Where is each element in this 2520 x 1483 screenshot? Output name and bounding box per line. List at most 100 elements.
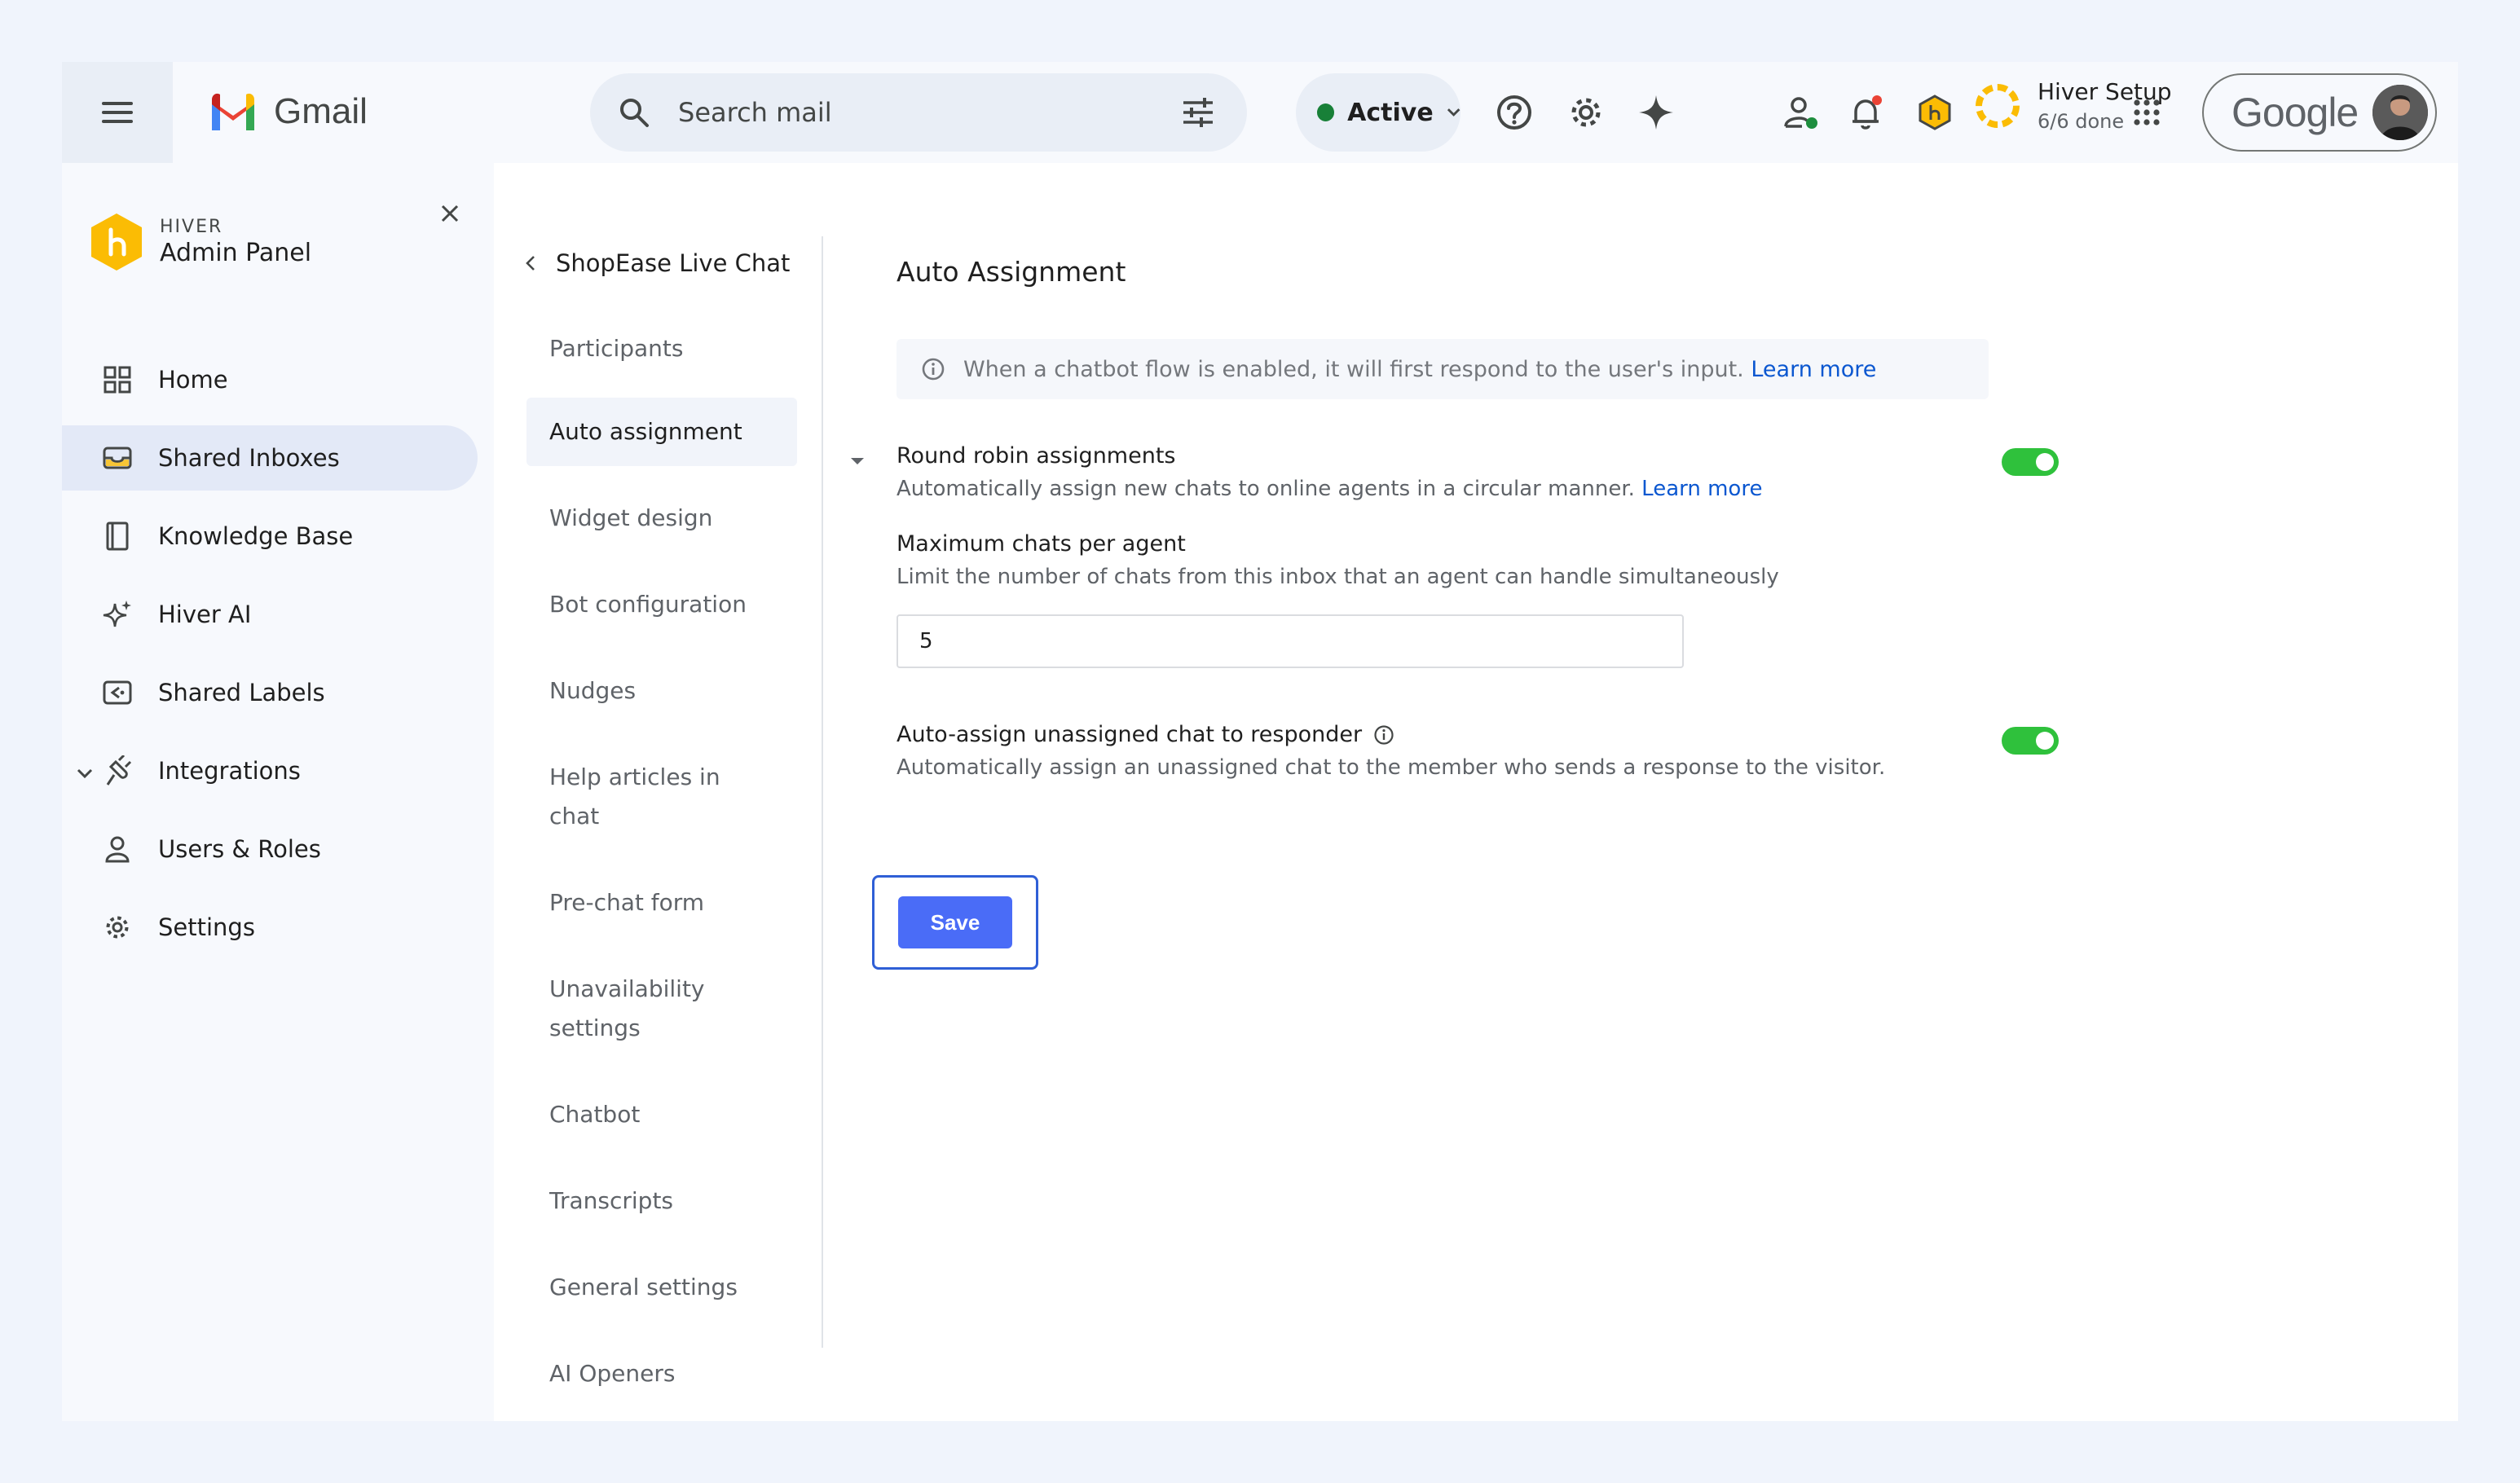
subnav-item-transcripts[interactable]: Transcripts [526,1167,797,1235]
inbox-name: ShopEase Live Chat [556,249,791,277]
subnav-item-participants[interactable]: Participants [526,315,797,383]
status-dropdown[interactable]: Active [1296,73,1460,152]
sidebar-item-hiver-ai[interactable]: Hiver AI [62,582,478,647]
search-icon[interactable] [618,96,650,129]
user-icon [101,833,134,865]
info-icon [922,358,945,381]
sidebar-item-home[interactable]: Home [62,347,478,412]
subnav-item-auto-assignment[interactable]: Auto assignment [526,398,797,466]
hiver-hex-icon [1919,95,1951,130]
round-robin-toggle[interactable] [2002,448,2059,476]
avatar [2372,85,2429,140]
sidebar-item-shared-labels[interactable]: Shared Labels [62,660,478,725]
sidebar-item-users-roles[interactable]: Users & Roles [62,816,478,882]
inbox-back-header[interactable]: ShopEase Live Chat [525,249,790,277]
round-robin-learn-more-link[interactable]: Learn more [1641,477,1762,501]
chevron-left-icon[interactable] [525,255,536,271]
hiver-button[interactable] [1914,91,1956,134]
info-icon[interactable] [1373,724,1394,746]
subnav-item-pre-chat-form[interactable]: Pre-chat form [526,869,797,937]
apps-button[interactable] [2126,91,2168,134]
account-button[interactable]: Google [2202,73,2437,152]
round-robin-setting: Round robin assignments Automatically as… [897,443,1762,501]
max-chats-title: Maximum chats per agent [897,531,1186,557]
notifications-button[interactable] [1845,91,1888,134]
sidebar-item-label: Integrations [158,757,301,785]
google-label: Google [2231,90,2359,135]
gmail-m-icon [212,93,254,130]
learn-more-link[interactable]: Learn more [1751,357,1876,382]
main-menu-button[interactable] [62,62,173,163]
collapse-caret-icon[interactable] [849,456,866,466]
settings-button[interactable] [1565,91,1607,134]
apps-grid-icon [2134,99,2160,125]
subnav-item-general-settings[interactable]: General settings [526,1253,797,1322]
subnav-item-nudges[interactable]: Nudges [526,657,797,725]
section-divider [822,236,823,1348]
close-panel-button[interactable] [434,197,466,230]
info-text: When a chatbot flow is enabled, it will … [963,356,1744,382]
sidebar-item-label: Knowledge Base [158,522,354,550]
gmail-logo[interactable]: Gmail [209,91,368,132]
search-options-icon[interactable] [1182,98,1214,127]
close-icon [441,205,459,222]
auto-assign-setting: Auto-assign unassigned chat to responder… [897,722,1885,780]
hiver-brand: HIVER Admin Panel [88,212,311,272]
app-name: Gmail [274,91,368,131]
sidebar-item-label: Home [158,366,228,394]
auto-assign-toggle[interactable] [2002,727,2059,755]
chevron-down-icon [1447,108,1460,117]
gear-icon [1571,98,1601,127]
progress-ring-icon [1976,83,2020,128]
sidebar-item-label: Shared Inboxes [158,444,340,472]
sidebar-item-label: Settings [158,913,255,941]
chevron-down-icon[interactable] [77,757,93,785]
help-button[interactable] [1493,91,1535,134]
max-chats-setting: Maximum chats per agent Limit the number… [897,531,1779,589]
search-bar[interactable]: Search mail [590,73,1247,152]
app-frame: Gmail Search mail Active Hiver Setup 6/6… [62,62,2458,1421]
inbox-settings-nav: Participants Auto assignment Widget desi… [526,315,797,1426]
admin-sidebar: HIVER Admin Panel Home Shared Inboxes Kn… [62,163,494,1421]
subnav-item-widget-design[interactable]: Widget design [526,484,797,552]
sidebar-item-shared-inboxes[interactable]: Shared Inboxes [62,425,478,491]
page-title: Auto Assignment [897,256,1126,288]
sparkle-icon [101,598,134,631]
help-icon [1497,95,1531,130]
search-input[interactable]: Search mail [678,97,1182,128]
content-panel: ShopEase Live Chat Participants Auto ass… [494,163,2458,1421]
info-banner: When a chatbot flow is enabled, it will … [897,339,1989,399]
auto-assign-title: Auto-assign unassigned chat to responder [897,722,1363,747]
gemini-button[interactable] [1635,91,1677,134]
sidebar-item-label: Shared Labels [158,679,325,706]
round-robin-title: Round robin assignments [897,443,1176,469]
label-icon [101,676,134,709]
subnav-item-bot-configuration[interactable]: Bot configuration [526,570,797,639]
save-button[interactable]: Save [898,896,1012,948]
max-chats-input[interactable]: 5 [897,614,1684,668]
contacts-button[interactable] [1780,91,1822,134]
status-dot [1317,103,1335,121]
round-robin-desc: Automatically assign new chats to online… [897,477,1635,501]
subnav-item-unavailability[interactable]: Unavailability settings [526,955,722,1063]
sidebar-item-integrations[interactable]: Integrations [62,738,478,803]
inbox-icon [101,442,134,474]
max-chats-desc: Limit the number of chats from this inbo… [897,565,1779,589]
brand-small: HIVER [160,217,223,237]
status-label: Active [1347,98,1434,127]
brand-title: Admin Panel [160,239,312,267]
sidebar-item-label: Hiver AI [158,601,252,628]
auto-assign-desc: Automatically assign an unassigned chat … [897,755,1886,780]
sidebar-item-label: Users & Roles [158,835,321,863]
user-status-icon [1784,97,1817,129]
bell-icon [1853,95,1882,130]
sidebar-item-knowledge-base[interactable]: Knowledge Base [62,504,478,569]
subnav-item-ai-openers[interactable]: AI Openers [526,1340,797,1408]
sidebar-item-settings[interactable]: Settings [62,895,478,960]
plug-icon [101,755,134,787]
subnav-item-chatbot[interactable]: Chatbot [526,1080,797,1149]
grid-icon [101,363,134,396]
hiver-logo-icon [91,213,142,271]
subnav-item-help-articles[interactable]: Help articles in chat [526,743,797,851]
gear-icon [101,911,134,944]
